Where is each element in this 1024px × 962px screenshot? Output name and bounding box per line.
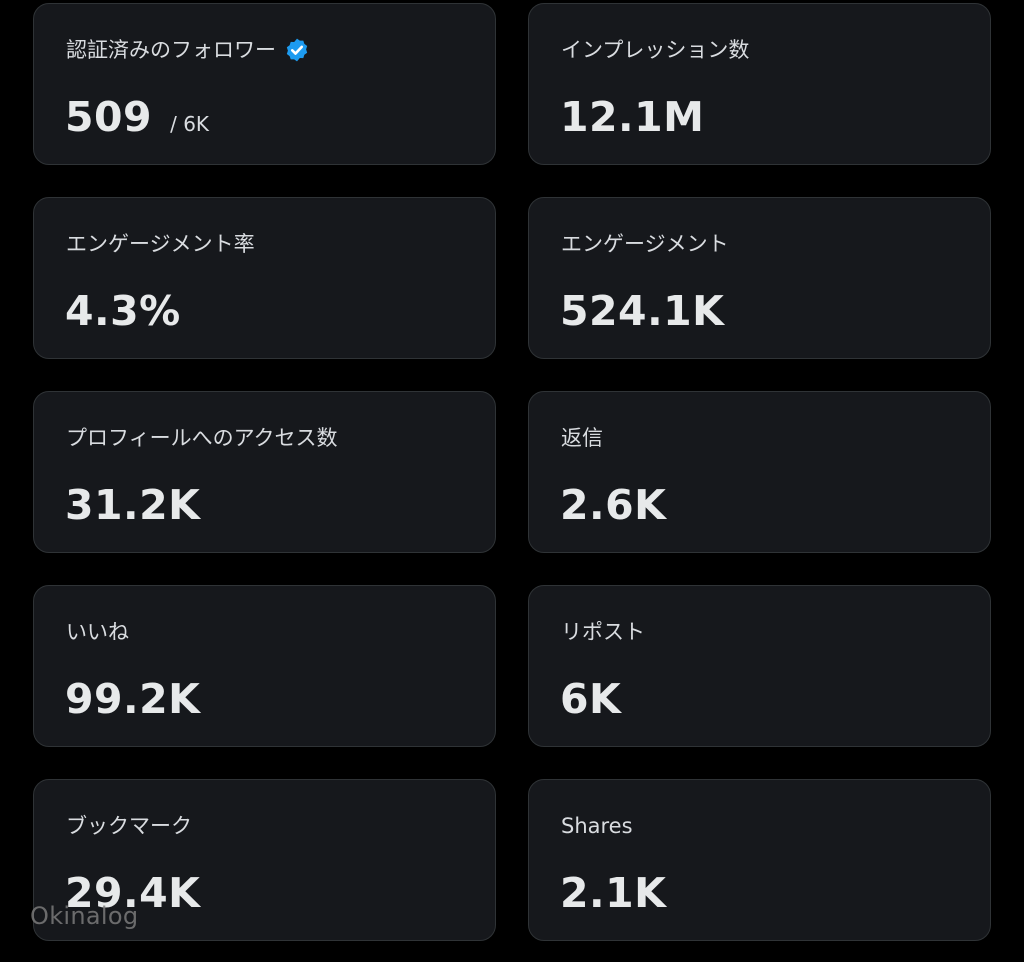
metric-label: エンゲージメント (561, 232, 729, 256)
metric-card-engagements: エンゲージメント 524.1K (528, 197, 991, 359)
metric-value: 2.6K (560, 481, 667, 529)
metric-card-replies: 返信 2.6K (528, 391, 991, 553)
metric-card-reposts: リポスト 6K (528, 585, 991, 747)
metric-label: 返信 (561, 426, 603, 450)
metric-card-profile-visits: プロフィールへのアクセス数 31.2K (33, 391, 496, 553)
metric-value: 99.2K (65, 675, 201, 723)
metric-total: / 6K (170, 112, 210, 136)
watermark: Okinalog (30, 902, 139, 930)
metric-card-verified-followers: 認証済みのフォロワー 509 / 6K (33, 3, 496, 165)
metric-card-engagement-rate: エンゲージメント率 4.3% (33, 197, 496, 359)
metric-label: いいね (66, 620, 129, 644)
metric-label: プロフィールへのアクセス数 (66, 426, 338, 450)
metric-label: リポスト (561, 620, 645, 644)
metric-label: 認証済みのフォロワー (66, 36, 310, 64)
metric-card-likes: いいね 99.2K (33, 585, 496, 747)
metric-value: 524.1K (560, 287, 725, 335)
metric-value: 4.3% (65, 287, 181, 335)
metric-value: 31.2K (65, 481, 201, 529)
verified-badge-icon (284, 37, 310, 63)
metric-label: エンゲージメント率 (66, 232, 255, 256)
metric-label: Shares (561, 814, 633, 838)
metric-value: 2.1K (560, 869, 667, 917)
metric-card-impressions: インプレッション数 12.1M (528, 3, 991, 165)
analytics-metrics-grid: 認証済みのフォロワー 509 / 6K インプレッション数 12.1M エンゲー… (33, 3, 991, 941)
metric-card-shares: Shares 2.1K (528, 779, 991, 941)
metric-value: 12.1M (560, 93, 705, 141)
metric-label: インプレッション数 (561, 38, 750, 62)
metric-value: 509 / 6K (65, 93, 210, 141)
metric-value: 6K (560, 675, 622, 723)
metric-label: ブックマーク (66, 814, 192, 838)
